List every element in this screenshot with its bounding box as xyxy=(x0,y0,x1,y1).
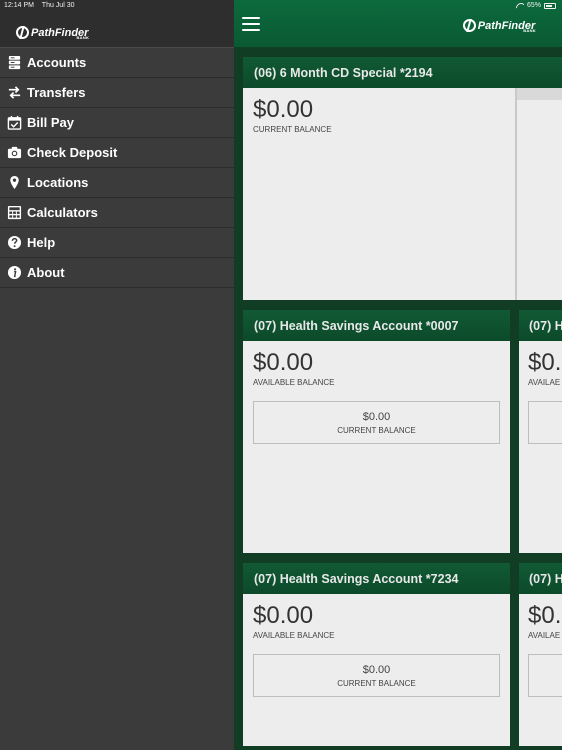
brand-sub: BANK xyxy=(76,35,90,40)
sidebar-item-label: About xyxy=(27,265,65,280)
calculator-icon xyxy=(6,205,22,221)
sidebar-header: PathFinder BANK xyxy=(0,0,234,48)
map-pin-icon xyxy=(6,175,22,191)
current-balance-box: $0.00 CURRENT BALANCE xyxy=(253,401,500,444)
account-balance: $0. xyxy=(528,349,562,376)
current-balance-box: $0.00 CURRENT BALANCE xyxy=(253,654,500,697)
account-balance: $0.00 xyxy=(253,349,314,376)
sidebar-item-bill-pay[interactable]: Bill Pay xyxy=(0,108,234,138)
help-icon xyxy=(6,235,22,251)
main-content: PathFinder BANK (06) 6 Month CD Special … xyxy=(234,0,562,750)
current-balance-amount: $0.00 xyxy=(362,663,391,676)
account-card-title: (06) 6 Month CD Special *2194 xyxy=(243,57,562,88)
account-card-hsa-0007[interactable]: (07) Health Savings Account *0007 $0.00 … xyxy=(243,310,510,553)
balance-label: AVAILAE xyxy=(528,378,561,387)
sidebar-item-about[interactable]: About xyxy=(0,258,234,288)
account-card-hsa-7234[interactable]: (07) Health Savings Account *7234 $0.00 … xyxy=(243,563,510,746)
balance-label: AVAILABLE BALANCE xyxy=(253,378,335,387)
account-card-title: (07) H xyxy=(519,563,562,594)
sidebar-item-locations[interactable]: Locations xyxy=(0,168,234,198)
account-card-title: (07) Health Savings Account *7234 xyxy=(243,563,510,594)
balance-label: AVAILAE xyxy=(528,631,561,640)
sidebar: PathFinder BANK Accounts Transfers Bill … xyxy=(0,0,234,750)
account-card-peek-2[interactable]: (07) H $0. AVAILAE xyxy=(519,563,562,746)
brand-sub: BANK xyxy=(523,28,536,33)
card-peek-stripe xyxy=(517,88,562,100)
info-icon xyxy=(6,265,22,281)
current-balance-label: CURRENT BALANCE xyxy=(337,678,416,688)
sidebar-item-transfers[interactable]: Transfers xyxy=(0,78,234,108)
account-balance: $0.00 xyxy=(253,602,314,629)
sidebar-item-accounts[interactable]: Accounts xyxy=(0,48,234,78)
sidebar-menu: Accounts Transfers Bill Pay Check Deposi… xyxy=(0,48,234,288)
sidebar-item-label: Calculators xyxy=(27,205,98,220)
pathfinder-logo: PathFinder BANK xyxy=(462,19,550,33)
top-bar: PathFinder BANK xyxy=(234,0,562,47)
card-divider xyxy=(515,88,517,300)
sidebar-item-label: Bill Pay xyxy=(27,115,74,130)
hamburger-line xyxy=(242,16,260,19)
camera-icon xyxy=(6,145,22,161)
current-balance-amount: $0.00 xyxy=(362,410,391,423)
account-card-title: (07) Health Savings Account *0007 xyxy=(243,310,510,341)
hamburger-line xyxy=(242,28,260,31)
sidebar-item-help[interactable]: Help xyxy=(0,228,234,258)
pathfinder-logo-icon xyxy=(16,26,29,39)
account-balance: $0. xyxy=(528,602,562,629)
current-balance-box xyxy=(528,401,562,444)
sidebar-item-label: Help xyxy=(27,235,56,250)
account-card-cd[interactable]: (06) 6 Month CD Special *2194 $0.00 CURR… xyxy=(243,57,562,300)
current-balance-label: CURRENT BALANCE xyxy=(337,425,416,435)
hamburger-menu-button[interactable] xyxy=(242,16,260,31)
sidebar-item-label: Transfers xyxy=(27,85,86,100)
account-card-title: (07) H xyxy=(519,310,562,341)
sidebar-item-check-deposit[interactable]: Check Deposit xyxy=(0,138,234,168)
pathfinder-logo-icon xyxy=(462,19,476,32)
accounts-icon xyxy=(6,55,22,71)
account-card-peek-1[interactable]: (07) H $0. AVAILAE xyxy=(519,310,562,553)
sidebar-item-label: Locations xyxy=(27,175,89,190)
transfer-arrows-icon xyxy=(6,85,22,101)
hamburger-line xyxy=(242,22,260,25)
calendar-check-icon xyxy=(6,115,22,131)
pathfinder-logo: PathFinder BANK xyxy=(16,26,103,40)
sidebar-item-label: Check Deposit xyxy=(27,145,118,160)
sidebar-item-label: Accounts xyxy=(27,55,87,70)
current-balance-box xyxy=(528,654,562,697)
sidebar-item-calculators[interactable]: Calculators xyxy=(0,198,234,228)
balance-label: AVAILABLE BALANCE xyxy=(253,631,335,640)
